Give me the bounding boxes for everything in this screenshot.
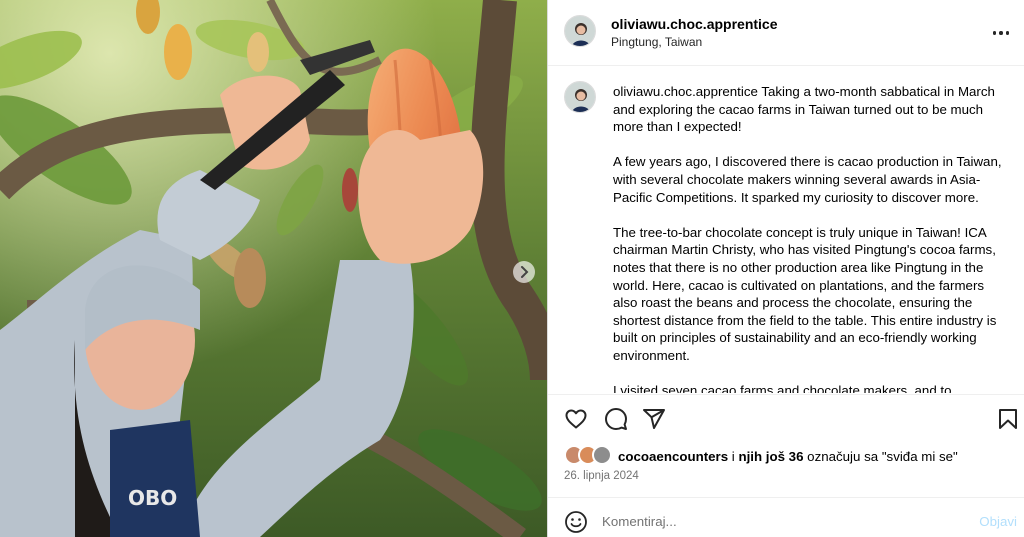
action-bar — [548, 394, 1024, 442]
more-horizontal-icon — [992, 31, 997, 35]
comment-button[interactable] — [604, 407, 630, 433]
post-header: oliviawu.choc.apprentice Pingtung, Taiwa… — [548, 0, 1024, 66]
post-username[interactable]: oliviawu.choc.apprentice — [611, 16, 778, 32]
avatar[interactable] — [564, 15, 596, 47]
caption-area[interactable]: oliviawu.choc.apprentice Taking a two-mo… — [548, 67, 1024, 393]
more-dot — [999, 31, 1003, 35]
more-dot — [1005, 31, 1010, 35]
likes-row: cocoaencounters i njih još 36 označuju s… — [548, 442, 1024, 468]
caption-username[interactable]: oliviawu.choc.apprentice — [613, 84, 758, 99]
post-detail-panel: oliviawu.choc.apprentice Pingtung, Taiwa… — [547, 0, 1024, 537]
comment-icon — [605, 408, 627, 430]
avatar-image — [565, 16, 595, 46]
avatar-image — [565, 82, 595, 112]
post-photo[interactable]: OBO — [0, 0, 547, 537]
caption-avatar[interactable] — [564, 81, 596, 113]
post-date[interactable]: 26. lipnja 2024 — [564, 470, 639, 482]
svg-text:OBO: OBO — [128, 486, 177, 510]
bookmark-icon — [999, 409, 1017, 429]
liker-username[interactable]: cocoaencounters — [618, 449, 728, 464]
carousel-next-button[interactable] — [513, 261, 535, 283]
caption-text: oliviawu.choc.apprentice Taking a two-mo… — [613, 83, 1008, 393]
more-options-button[interactable] — [989, 23, 1013, 43]
share-button[interactable] — [642, 407, 668, 433]
share-icon — [643, 409, 665, 429]
emoji-button[interactable] — [564, 510, 588, 534]
likes-text: cocoaencounters i njih još 36 označuju s… — [618, 449, 958, 464]
like-button[interactable] — [564, 407, 590, 433]
save-button[interactable] — [996, 407, 1022, 433]
caption-paragraph: oliviawu.choc.apprentice Taking a two-mo… — [613, 83, 1008, 136]
caption-paragraph: I visited seven cacao farms and chocolat… — [613, 383, 952, 393]
caption-paragraph: A few years ago, I discovered there is c… — [613, 154, 1002, 205]
liker-avatar[interactable] — [592, 445, 612, 465]
caption-paragraph: The tree-to-bar chocolate concept is tru… — [613, 224, 997, 363]
comment-bar: Objavi — [548, 497, 1024, 537]
post-comment-button[interactable]: Objavi — [979, 514, 1017, 529]
emoji-icon — [565, 511, 587, 533]
photo-illustration: OBO — [0, 0, 547, 537]
likes-connector: i — [728, 449, 739, 464]
likes-suffix: označuju sa "sviđa mi se" — [803, 449, 958, 464]
likes-others-link[interactable]: njih još 36 — [738, 449, 803, 464]
post-location[interactable]: Pingtung, Taiwan — [611, 35, 702, 49]
comment-input[interactable] — [602, 508, 962, 534]
heart-icon — [565, 409, 587, 429]
chevron-right-icon — [521, 266, 529, 278]
